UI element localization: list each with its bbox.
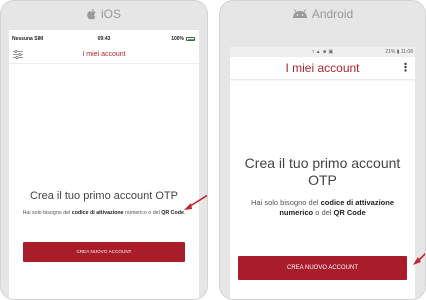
description-text: numerico o del <box>123 210 162 216</box>
pointer-arrow-icon <box>184 194 207 210</box>
android-platform-label: Android <box>220 7 425 21</box>
create-account-button[interactable]: CREA NUOVO ACCOUNT <box>238 256 407 280</box>
description-text: Hai solo bisogno del <box>251 198 321 207</box>
ios-platform-label: iOS <box>1 7 207 21</box>
ios-label-text: iOS <box>100 7 121 21</box>
ios-app-header: I miei account <box>9 48 199 62</box>
ios-screen: Nessuna SIM 09:43 100% I miei account Cr… <box>9 30 199 299</box>
description-bold: codice di attivazione <box>71 210 124 216</box>
status-battery-time: 21% ▮ 11:08 <box>385 49 413 55</box>
create-account-button[interactable]: CREA NUOVO ACCOUNT <box>23 242 185 262</box>
battery-indicator: 100% <box>171 36 195 42</box>
overflow-menu-icon[interactable]: ⋮ <box>400 57 411 79</box>
android-app-header: I miei account ⋮ <box>230 57 415 79</box>
android-icon <box>292 9 307 18</box>
description-bold: QR Code <box>161 210 184 216</box>
header-divider <box>9 63 199 64</box>
empty-state-description: Hai solo bisogno del codice di attivazio… <box>19 210 189 217</box>
apple-icon <box>87 8 96 20</box>
page-title: I miei account <box>285 61 360 75</box>
description-text: Hai solo bisogno del <box>22 210 72 216</box>
description-text: o del <box>313 208 334 217</box>
empty-state-headline: Crea il tuo primo account OTP <box>244 155 401 188</box>
android-label-text: Android <box>311 7 354 21</box>
ios-status-bar: Nessuna SIM 09:43 100% <box>9 36 199 44</box>
empty-state: Crea il tuo primo account OTP Hai solo b… <box>9 190 199 217</box>
empty-state-description: Hai solo bisogno del codice di attivazio… <box>242 198 403 218</box>
pointer-arrow-icon <box>413 252 425 265</box>
battery-percent: 100% <box>171 36 184 42</box>
android-status-bar: ♆▲ ■ ▣ 21% ▮ 11:08 <box>230 47 415 57</box>
android-screen: ♆▲ ■ ▣ 21% ▮ 11:08 I miei account ⋮ Crea… <box>230 47 415 299</box>
empty-state: Crea il tuo primo account OTP Hai solo b… <box>230 155 415 218</box>
page-title: I miei account <box>82 51 126 58</box>
android-phone-mockup: Android ♆▲ ■ ▣ 21% ▮ 11:08 I miei accoun… <box>219 0 426 300</box>
ios-phone-mockup: iOS Nessuna SIM 09:43 100% I miei accoun… <box>0 0 208 300</box>
battery-icon <box>186 37 195 41</box>
description-bold: QR Code <box>333 208 366 217</box>
empty-state-headline: Crea il tuo primo account OTP <box>30 190 178 202</box>
